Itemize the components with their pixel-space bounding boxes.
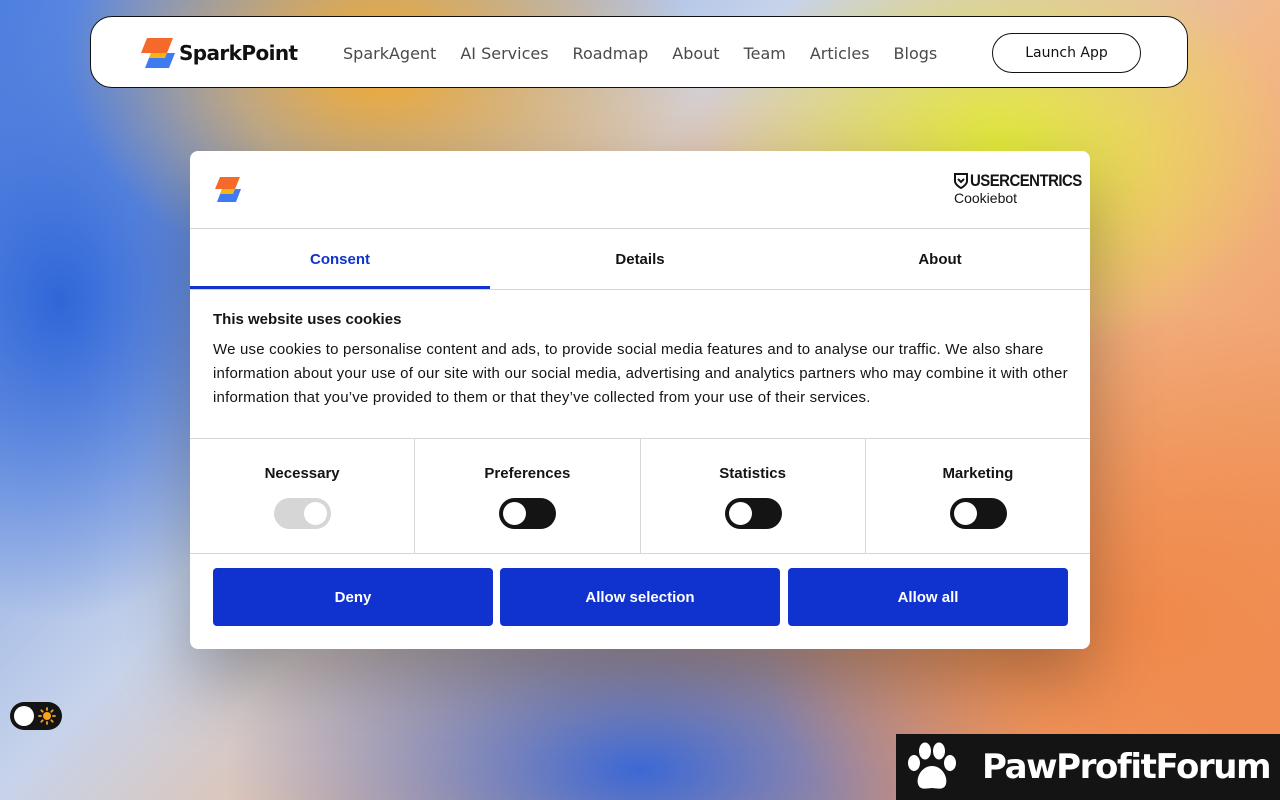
dialog-header: USERCENTRICS Cookiebot <box>190 151 1090 229</box>
necessary-toggle <box>274 498 332 529</box>
dialog-body: This website uses cookies We use cookies… <box>213 311 1068 410</box>
nav-ai-services[interactable]: AI Services <box>460 44 548 63</box>
paw-icon <box>908 742 956 789</box>
category-statistics: Statistics <box>641 439 866 553</box>
category-necessary: Necessary <box>190 439 416 553</box>
category-label: Marketing <box>942 465 1014 482</box>
statistics-toggle[interactable] <box>724 498 782 529</box>
category-label: Preferences <box>484 465 571 482</box>
dialog-tabs: Consent Details About <box>190 229 1090 290</box>
pawprofitforum-watermark: PawProfitForum <box>896 734 1280 800</box>
tab-consent[interactable]: Consent <box>190 229 490 289</box>
provider-product: Cookiebot <box>954 190 1018 206</box>
shield-icon <box>954 173 968 189</box>
category-preferences: Preferences <box>415 439 641 553</box>
toggle-knob <box>14 706 34 726</box>
cookie-category-toggles: Necessary Preferences Statistics Marketi… <box>190 438 1090 554</box>
watermark-text: PawProfitForum <box>982 747 1272 787</box>
brand-name: SparkPoint <box>179 41 298 65</box>
tab-details[interactable]: Details <box>490 229 790 289</box>
nav-articles[interactable]: Articles <box>810 44 870 63</box>
category-label: Necessary <box>264 465 340 482</box>
nav-team[interactable]: Team <box>744 44 786 63</box>
tab-about[interactable]: About <box>790 229 1090 289</box>
main-nav: SparkAgent AI Services Roadmap About Tea… <box>343 17 961 89</box>
category-label: Statistics <box>719 465 786 482</box>
deny-button[interactable]: Deny <box>213 568 493 626</box>
brand-logo[interactable]: SparkPoint <box>139 36 298 70</box>
usercentrics-cookiebot-logo[interactable]: USERCENTRICS Cookiebot <box>954 171 1097 206</box>
theme-toggle[interactable] <box>10 702 62 730</box>
site-header: SparkPoint SparkAgent AI Services Roadma… <box>90 16 1188 88</box>
launch-app-button[interactable]: Launch App <box>992 33 1141 73</box>
preferences-toggle[interactable] <box>499 498 557 529</box>
nav-about[interactable]: About <box>672 44 719 63</box>
category-marketing: Marketing <box>866 439 1090 553</box>
marketing-toggle[interactable] <box>949 498 1007 529</box>
nav-blogs[interactable]: Blogs <box>894 44 938 63</box>
dialog-description: We use cookies to personalise content an… <box>213 341 1068 406</box>
provider-name: USERCENTRICS <box>970 171 1082 190</box>
sparkpoint-logo-icon <box>215 177 241 202</box>
nav-roadmap[interactable]: Roadmap <box>573 44 649 63</box>
allow-all-button[interactable]: Allow all <box>788 568 1068 626</box>
sun-icon <box>38 707 56 725</box>
nav-sparkagent[interactable]: SparkAgent <box>343 44 436 63</box>
cookie-consent-dialog: USERCENTRICS Cookiebot Consent Details A… <box>190 151 1090 649</box>
sparkpoint-logo-icon <box>141 38 175 68</box>
dialog-title: This website uses cookies <box>213 311 402 328</box>
allow-selection-button[interactable]: Allow selection <box>500 568 780 626</box>
